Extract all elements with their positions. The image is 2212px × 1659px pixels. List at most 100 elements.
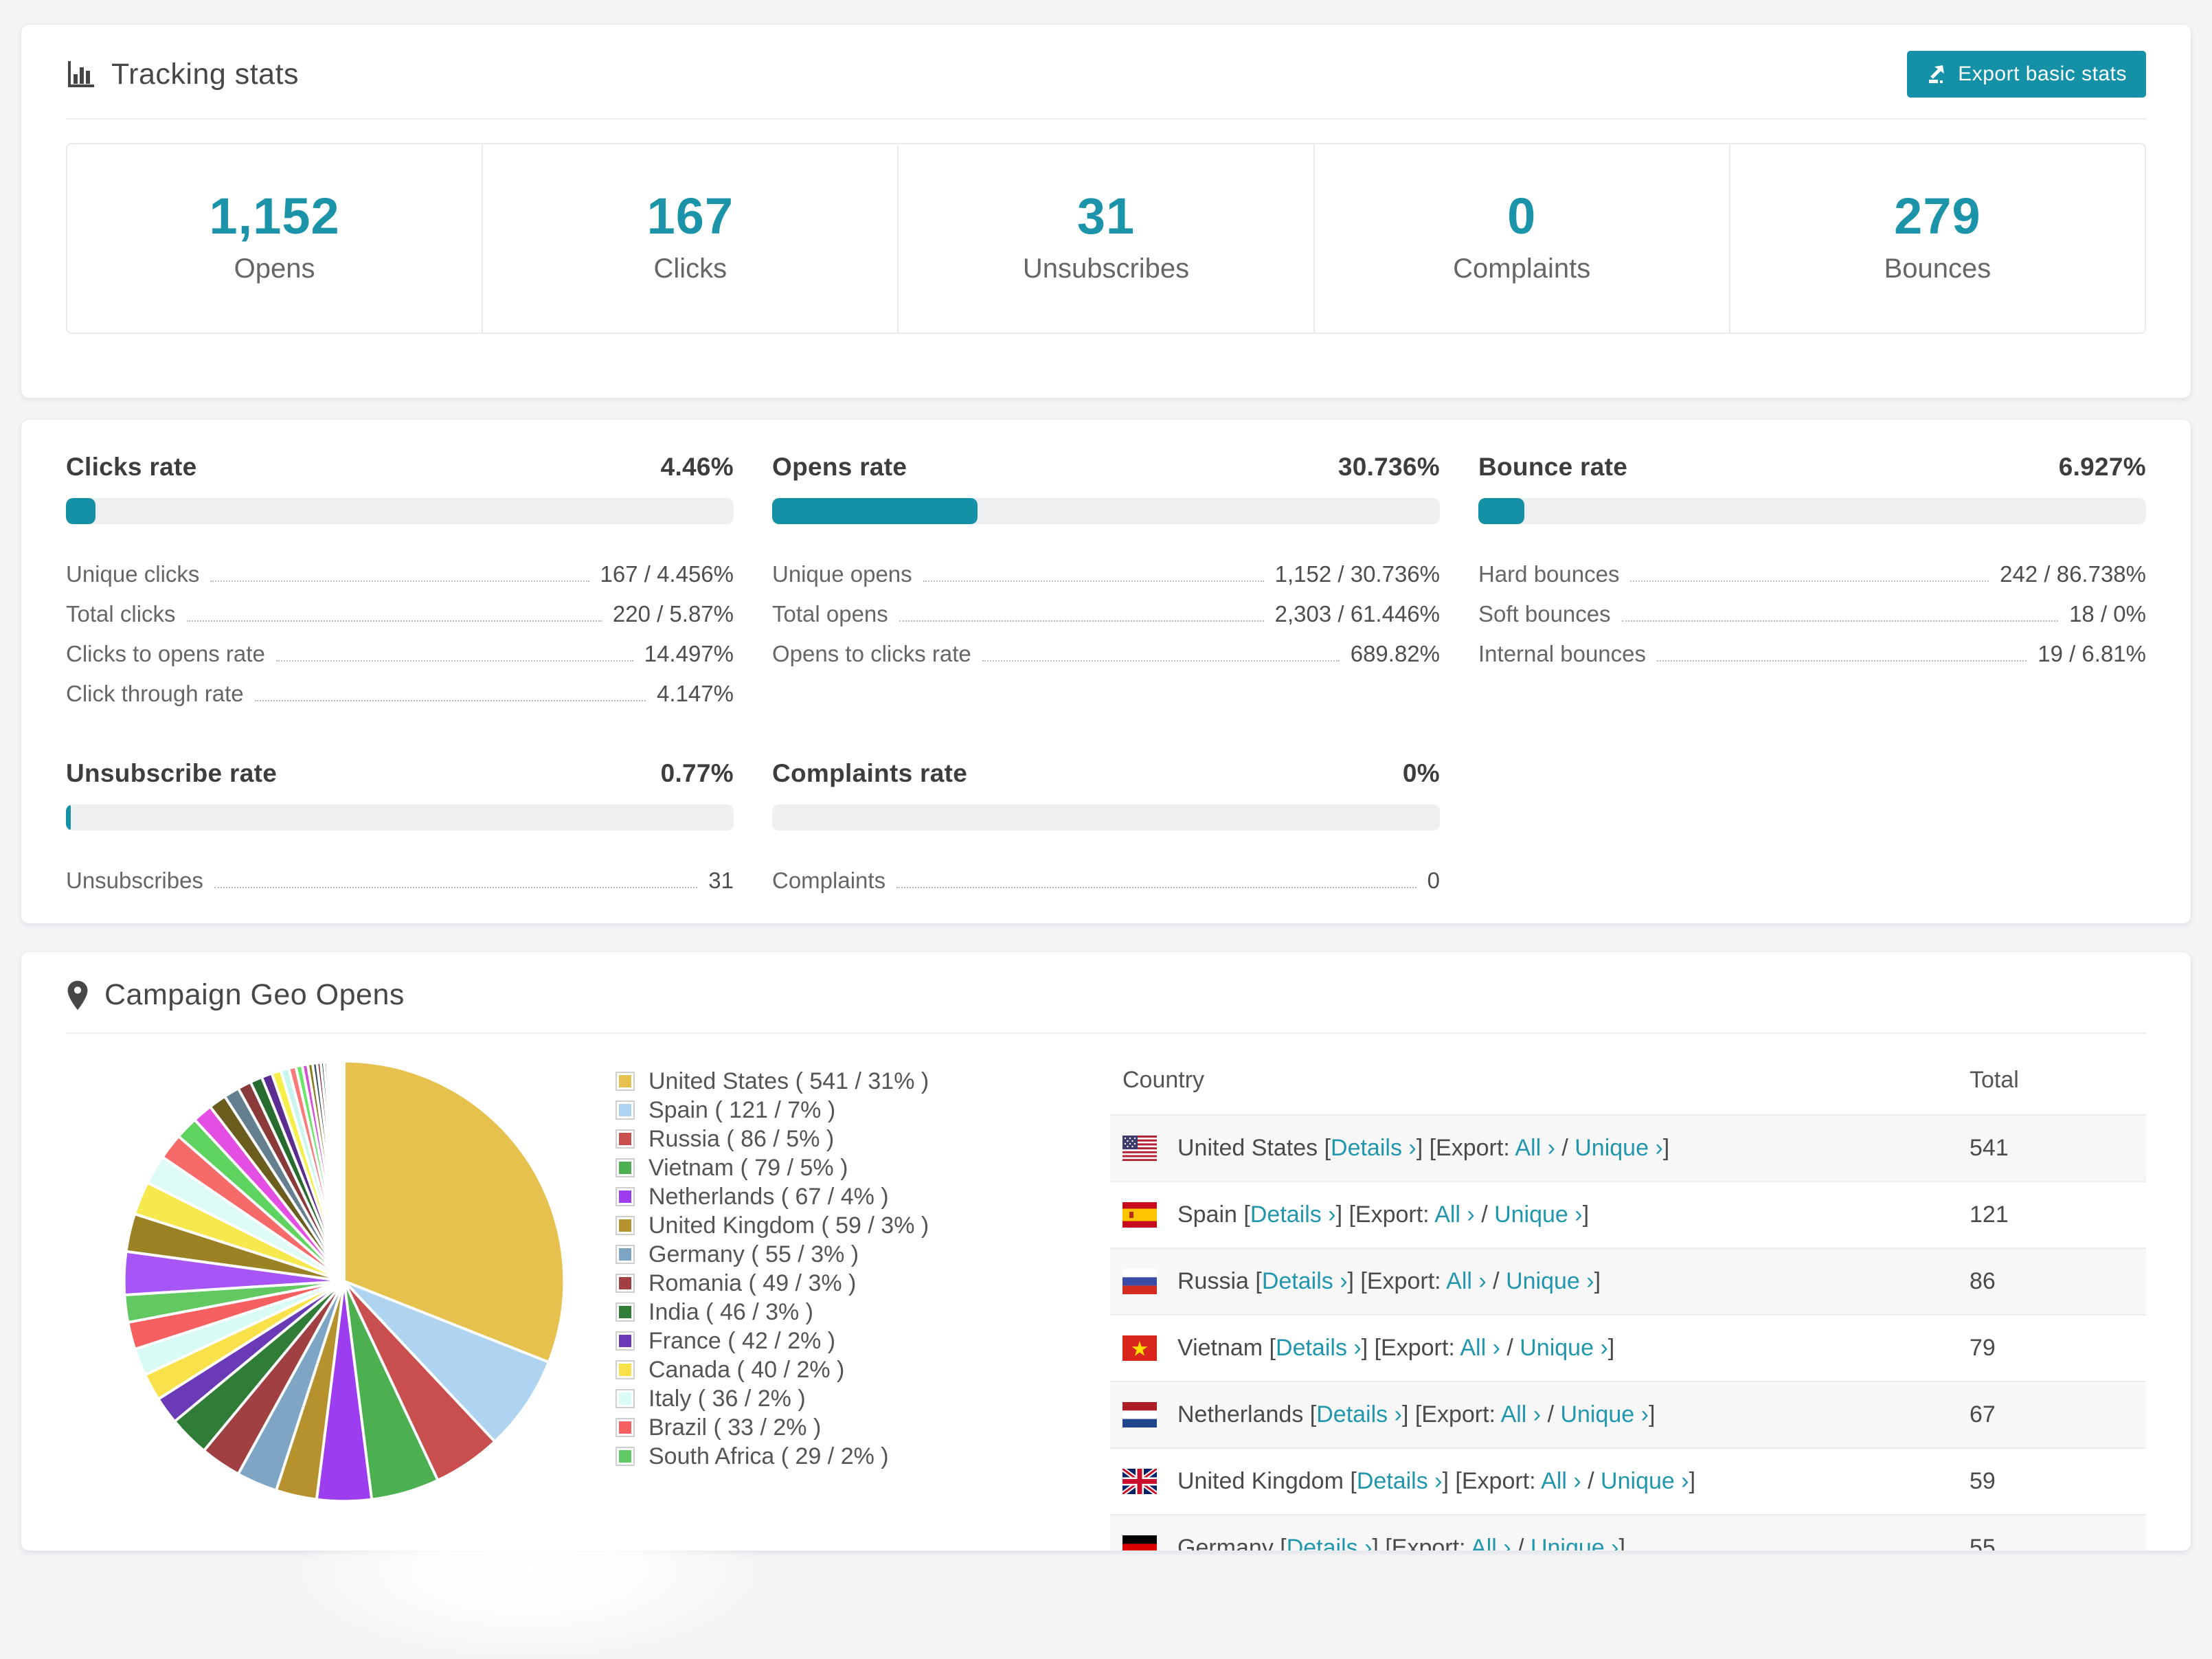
rate-row: Soft bounces 18 / 0% [1478, 590, 2146, 630]
stat-label: Clicks [653, 253, 727, 284]
export-unique-link[interactable]: Unique › [1494, 1201, 1583, 1228]
rate-row-value: 19 / 6.81% [2038, 641, 2146, 666]
country-name: Netherlands [ [1177, 1401, 1317, 1427]
header-divider [66, 118, 2146, 120]
legend-swatch [616, 1158, 635, 1177]
export-unique-link[interactable]: Unique › [1575, 1135, 1663, 1161]
export-unique-link[interactable]: Unique › [1560, 1401, 1649, 1427]
legend-swatch [616, 1101, 635, 1120]
rate-title-row: Bounce rate 6.927% [1478, 453, 2146, 482]
country-cell: United States [Details ›] [Export: All ›… [1110, 1116, 1957, 1181]
legend-label: Vietnam ( 79 / 5% ) [648, 1154, 848, 1181]
rate-row: Hard bounces 242 / 86.738% [1478, 550, 2146, 590]
total-cell: 59 [1970, 1468, 1996, 1494]
rate-row: Unsubscribes 31 [66, 857, 734, 896]
legend-swatch [616, 1129, 635, 1149]
legend-label: United States ( 541 / 31% ) [648, 1068, 929, 1094]
details-link[interactable]: Details › [1287, 1535, 1373, 1550]
details-link[interactable]: Details › [1316, 1401, 1402, 1427]
rate-panel: Complaints rate 0% Complaints 0 [772, 759, 1440, 896]
stat-value: 31 [1076, 188, 1136, 245]
pie-legend: United States ( 541 / 31% ) Spain ( 121 /… [616, 1048, 1090, 1471]
summary-stat-cell: 279 Bounces [1728, 144, 2145, 332]
gb-flag-icon [1122, 1469, 1157, 1494]
stat-label: Unsubscribes [1022, 253, 1190, 284]
geo-body: United States ( 541 / 31% ) Spain ( 121 /… [21, 1034, 2191, 1551]
rate-row-value: 167 / 4.456% [600, 561, 734, 587]
export-all-link[interactable]: All › [1446, 1268, 1487, 1294]
legend-label: South Africa ( 29 / 2% ) [648, 1443, 889, 1469]
rate-row-label: Internal bounces [1478, 641, 1647, 666]
country-cell: United Kingdom [Details ›] [Export: All … [1110, 1449, 1957, 1514]
legend-swatch [616, 1331, 635, 1351]
export-all-link[interactable]: All › [1460, 1335, 1500, 1361]
export-all-link[interactable]: All › [1541, 1468, 1581, 1494]
export-basic-stats-button[interactable]: Export basic stats [1907, 51, 2146, 98]
legend-swatch [616, 1274, 635, 1293]
country-cell: Germany [Details ›] [Export: All › / Uni… [1110, 1515, 1957, 1551]
export-all-link[interactable]: All › [1471, 1535, 1511, 1550]
stat-value: 1,152 [209, 188, 340, 245]
table-row: Netherlands [Details ›] [Export: All › /… [1110, 1381, 2146, 1448]
summary-stat-cell: 31 Unsubscribes [897, 144, 1313, 332]
legend-item: India ( 46 / 3% ) [616, 1298, 1090, 1327]
export-all-link[interactable]: All › [1434, 1201, 1475, 1228]
geo-pie-wrap [66, 1048, 616, 1511]
export-all-link[interactable]: All › [1501, 1401, 1542, 1427]
legend-item: Netherlands ( 67 / 4% ) [616, 1182, 1090, 1211]
dotted-leader [899, 620, 1264, 622]
country-name: United Kingdom [ [1177, 1468, 1357, 1494]
slash: / [1581, 1468, 1601, 1494]
legend-label: France ( 42 / 2% ) [648, 1327, 836, 1354]
geo-opens-pie-chart [122, 1059, 566, 1503]
country-name: Vietnam [ [1177, 1335, 1276, 1361]
pie-slice [342, 1059, 346, 1283]
export-unique-link[interactable]: Unique › [1601, 1468, 1689, 1494]
legend-label: India ( 46 / 3% ) [648, 1298, 814, 1325]
details-link[interactable]: Details › [1262, 1268, 1348, 1294]
bracket: ] [1689, 1468, 1696, 1494]
table-row: Germany [Details ›] [Export: All › / Uni… [1110, 1515, 2146, 1551]
rate-row-label: Soft bounces [1478, 601, 1611, 627]
slash: / [1511, 1535, 1531, 1551]
country-cell: Netherlands [Details ›] [Export: All › /… [1110, 1382, 1957, 1447]
export-icon [1929, 65, 1945, 83]
rate-row-label: Hard bounces [1478, 561, 1620, 587]
dotted-leader [214, 887, 698, 888]
rate-value: 0% [1402, 759, 1440, 787]
details-link[interactable]: Details › [1357, 1468, 1443, 1494]
export-unique-link[interactable]: Unique › [1506, 1268, 1594, 1294]
rate-title: Clicks rate [66, 453, 197, 481]
bracket: ] [Export: [1416, 1135, 1515, 1161]
country-links: Spain [Details ›] [Export: All › / Uniqu… [1177, 1201, 1589, 1228]
total-cell: 55 [1970, 1535, 1996, 1551]
progress-bar-fill [66, 804, 71, 831]
export-unique-link[interactable]: Unique › [1520, 1335, 1608, 1361]
legend-item: Russia ( 86 / 5% ) [616, 1125, 1090, 1153]
legend-swatch [616, 1245, 635, 1264]
bar-chart-icon [68, 61, 94, 87]
details-link[interactable]: Details › [1276, 1335, 1362, 1361]
rate-row: Click through rate 4.147% [66, 670, 734, 710]
export-unique-link[interactable]: Unique › [1531, 1535, 1619, 1550]
legend-item: Romania ( 49 / 3% ) [616, 1269, 1090, 1298]
total-cell: 541 [1970, 1135, 2009, 1161]
geo-table-wrap: Country Total United States [Details ›] … [1110, 1048, 2146, 1551]
rate-row: Internal bounces 19 / 6.81% [1478, 630, 2146, 670]
rate-rows: Unsubscribes 31 [66, 857, 734, 896]
bracket: ] [Export: [1361, 1335, 1460, 1361]
dotted-leader [210, 580, 589, 582]
country-name: Germany [ [1177, 1535, 1287, 1551]
details-link[interactable]: Details › [1331, 1135, 1417, 1161]
section-title: Campaign Geo Opens [104, 978, 405, 1011]
rate-panel: Clicks rate 4.46% Unique clicks 167 / 4.456… [66, 453, 734, 710]
legend-label: Romania ( 49 / 3% ) [648, 1269, 857, 1296]
slash: / [1541, 1401, 1561, 1427]
details-link[interactable]: Details › [1250, 1201, 1336, 1228]
bracket: ] [Export: [1372, 1535, 1471, 1551]
bracket: ] [Export: [1335, 1201, 1435, 1228]
rate-row-value: 2,303 / 61.446% [1274, 601, 1440, 627]
legend-item: United States ( 541 / 31% ) [616, 1067, 1090, 1096]
export-all-link[interactable]: All › [1515, 1135, 1555, 1161]
country-links: United Kingdom [Details ›] [Export: All … [1177, 1468, 1695, 1495]
